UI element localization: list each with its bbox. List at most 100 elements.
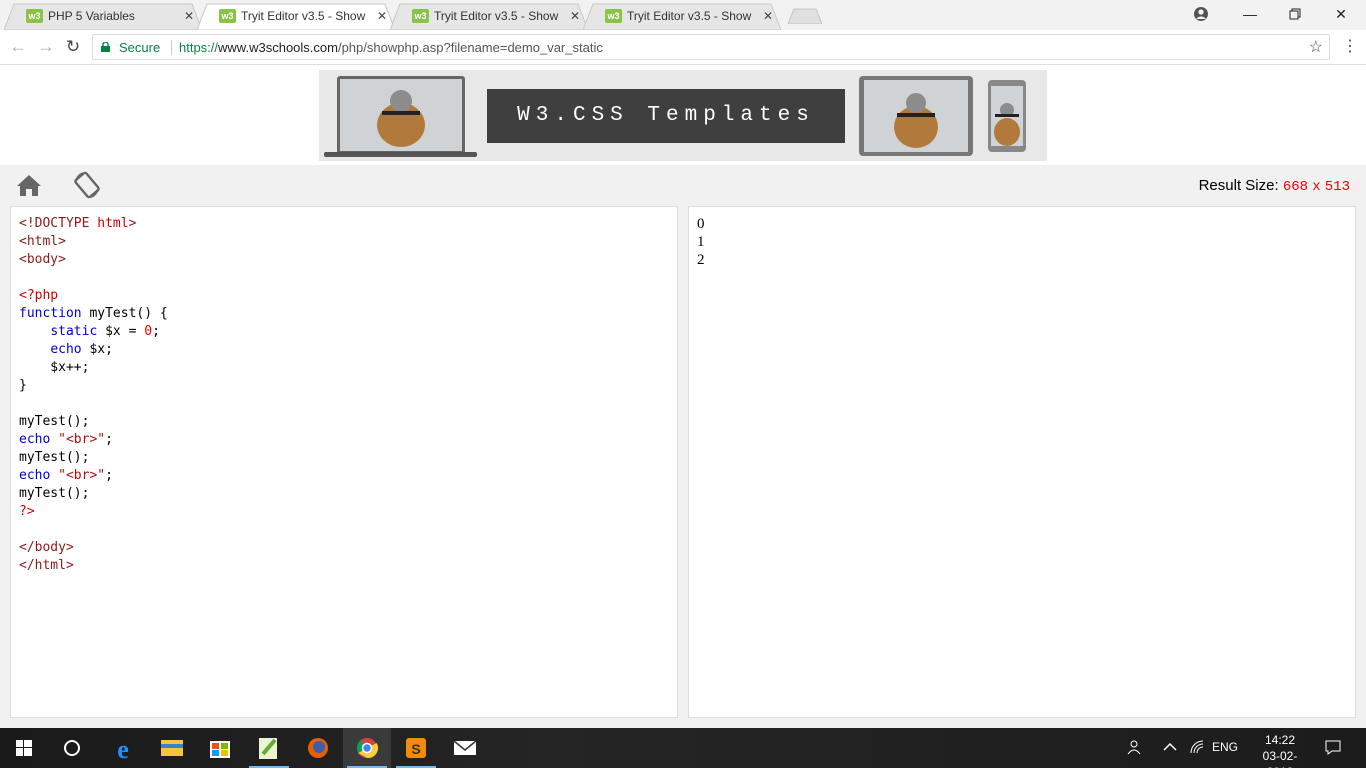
edge-button[interactable]: e <box>99 728 147 768</box>
code-editor[interactable]: <!DOCTYPE html> <html> <body> <?php func… <box>11 207 677 575</box>
code-line: echo $x; <box>50 342 113 357</box>
windows-taskbar: e S ENG 14:22 03-02-2018 <box>0 728 1366 779</box>
tab-close-icon[interactable]: ✕ <box>184 8 194 24</box>
browser-tab-active[interactable]: w3 Tryit Editor v3.5 - Show P ✕ <box>197 3 395 30</box>
result-output: 0 1 2 <box>689 207 1355 269</box>
editor-toolbar: Result Size: 668 x 513 <box>0 165 1366 206</box>
code-line: ?> <box>19 504 35 519</box>
url-scheme: https:// <box>179 40 219 55</box>
url-host: www.w3schools.com <box>218 40 338 55</box>
code-line: <?php <box>19 288 59 303</box>
tab-close-icon[interactable]: ✕ <box>377 8 387 24</box>
tab-title: Tryit Editor v3.5 - Show P <box>627 9 752 23</box>
rotate-layout-icon[interactable] <box>72 170 102 200</box>
sublime-text-button[interactable]: S <box>392 728 440 768</box>
browser-tab[interactable]: w3 Tryit Editor v3.5 - Show P ✕ <box>583 3 781 30</box>
code-line: <html> <box>19 234 66 249</box>
show-hidden-icons-chevron-icon[interactable] <box>1162 738 1178 756</box>
code-line: <!DOCTYPE html> <box>19 216 137 231</box>
w3schools-favicon-icon: w3 <box>26 9 43 23</box>
file-explorer-button[interactable] <box>148 728 196 768</box>
profile-icon[interactable] <box>1191 5 1211 23</box>
code-line: function myTest() { <box>19 306 168 321</box>
back-icon[interactable]: ← <box>8 37 28 57</box>
mail-icon <box>453 740 477 755</box>
tab-title: PHP 5 Variables <box>48 9 135 23</box>
minimize-icon[interactable]: — <box>1240 5 1260 23</box>
code-line: } <box>19 378 27 393</box>
result-size-readout: Result Size: 668 x 513 <box>1199 177 1350 195</box>
tab-title: Tryit Editor v3.5 - Show P <box>241 9 366 23</box>
chrome-icon <box>356 738 379 759</box>
tab-title: Tryit Editor v3.5 - Show P <box>434 9 559 23</box>
restore-icon[interactable] <box>1285 5 1305 23</box>
url-text[interactable]: https://www.w3schools.com/php/showphp.as… <box>179 39 603 56</box>
result-size-label: Result Size: <box>1198 177 1279 194</box>
code-line: $x++; <box>19 360 90 375</box>
tab-close-icon[interactable]: ✕ <box>570 8 580 24</box>
address-bar[interactable]: Secure https://www.w3schools.com/php/sho… <box>92 34 1330 60</box>
result-times: x <box>1312 179 1321 195</box>
code-line: </html> <box>19 558 74 573</box>
new-tab-button[interactable] <box>788 8 822 24</box>
language-indicator[interactable]: ENG <box>1212 740 1238 754</box>
start-button[interactable] <box>0 728 48 768</box>
result-line: 0 <box>697 216 705 232</box>
browser-tab[interactable]: w3 PHP 5 Variables ✕ <box>4 3 202 30</box>
banner-title: W3.CSS Templates <box>487 89 845 143</box>
firefox-button[interactable] <box>294 728 342 768</box>
file-explorer-icon <box>161 740 183 756</box>
mail-button[interactable] <box>441 728 489 768</box>
code-line: echo "<br>"; <box>19 468 113 483</box>
editor-workarea: <!DOCTYPE html> <html> <body> <?php func… <box>0 206 1366 728</box>
notepadpp-icon <box>259 738 277 759</box>
code-line: myTest(); <box>19 486 90 501</box>
forward-icon[interactable]: → <box>36 37 56 57</box>
code-line: echo "<br>"; <box>19 432 113 447</box>
w3schools-favicon-icon: w3 <box>605 9 622 23</box>
cortana-button[interactable] <box>48 728 96 768</box>
clock-time: 14:22 <box>1264 733 1296 747</box>
home-icon[interactable] <box>16 173 42 197</box>
browser-tab[interactable]: w3 Tryit Editor v3.5 - Show P ✕ <box>390 3 588 30</box>
code-editor-panel[interactable]: <!DOCTYPE html> <html> <body> <?php func… <box>10 206 678 718</box>
firefox-icon <box>308 738 328 758</box>
address-separator <box>171 40 172 55</box>
chrome-button[interactable] <box>343 728 391 768</box>
secure-label: Secure <box>119 40 161 55</box>
people-icon[interactable] <box>1126 738 1144 756</box>
close-window-icon[interactable]: ✕ <box>1331 5 1351 23</box>
bookmark-star-icon[interactable]: ☆ <box>1309 37 1323 57</box>
store-button[interactable] <box>196 728 244 768</box>
svg-text:S: S <box>411 741 420 757</box>
cortana-icon <box>64 740 80 756</box>
code-line: static $x = 0; <box>50 324 160 339</box>
result-panel: 0 1 2 <box>688 206 1356 718</box>
code-line: </body> <box>19 540 74 555</box>
url-path: /php/showphp.asp?filename=demo_var_stati… <box>337 40 603 55</box>
code-line: <body> <box>19 252 66 267</box>
w3css-templates-ad[interactable]: W3.CSS Templates <box>319 70 1047 161</box>
result-line: 1 <box>697 234 705 250</box>
sublime-text-icon: S <box>406 738 426 758</box>
action-center-icon[interactable] <box>1324 738 1342 756</box>
result-line: 2 <box>697 252 705 268</box>
tab-close-icon[interactable]: ✕ <box>763 8 773 24</box>
store-icon <box>210 741 230 758</box>
browser-toolbar: ← → ↻ Secure https://www.w3schools.com/p… <box>0 30 1366 65</box>
notepadpp-button[interactable] <box>245 728 293 768</box>
edge-icon: e <box>117 735 129 764</box>
w3schools-favicon-icon: w3 <box>219 9 236 23</box>
taskbar-clock[interactable]: 14:22 03-02-2018 <box>1256 732 1304 780</box>
chrome-menu-icon[interactable]: ⋮ <box>1342 37 1358 57</box>
reload-icon[interactable]: ↻ <box>63 37 83 57</box>
clock-date: 03-02-2018 <box>1262 749 1298 779</box>
w3schools-favicon-icon: w3 <box>412 9 429 23</box>
browser-tab-strip: w3 PHP 5 Variables ✕ w3 Tryit Editor v3.… <box>0 0 1366 30</box>
wifi-icon[interactable] <box>1188 738 1206 756</box>
code-line: myTest(); <box>19 414 90 429</box>
lock-icon <box>101 42 110 52</box>
start-icon <box>16 740 32 756</box>
svg-text:e: e <box>117 735 129 764</box>
code-line: myTest(); <box>19 450 90 465</box>
